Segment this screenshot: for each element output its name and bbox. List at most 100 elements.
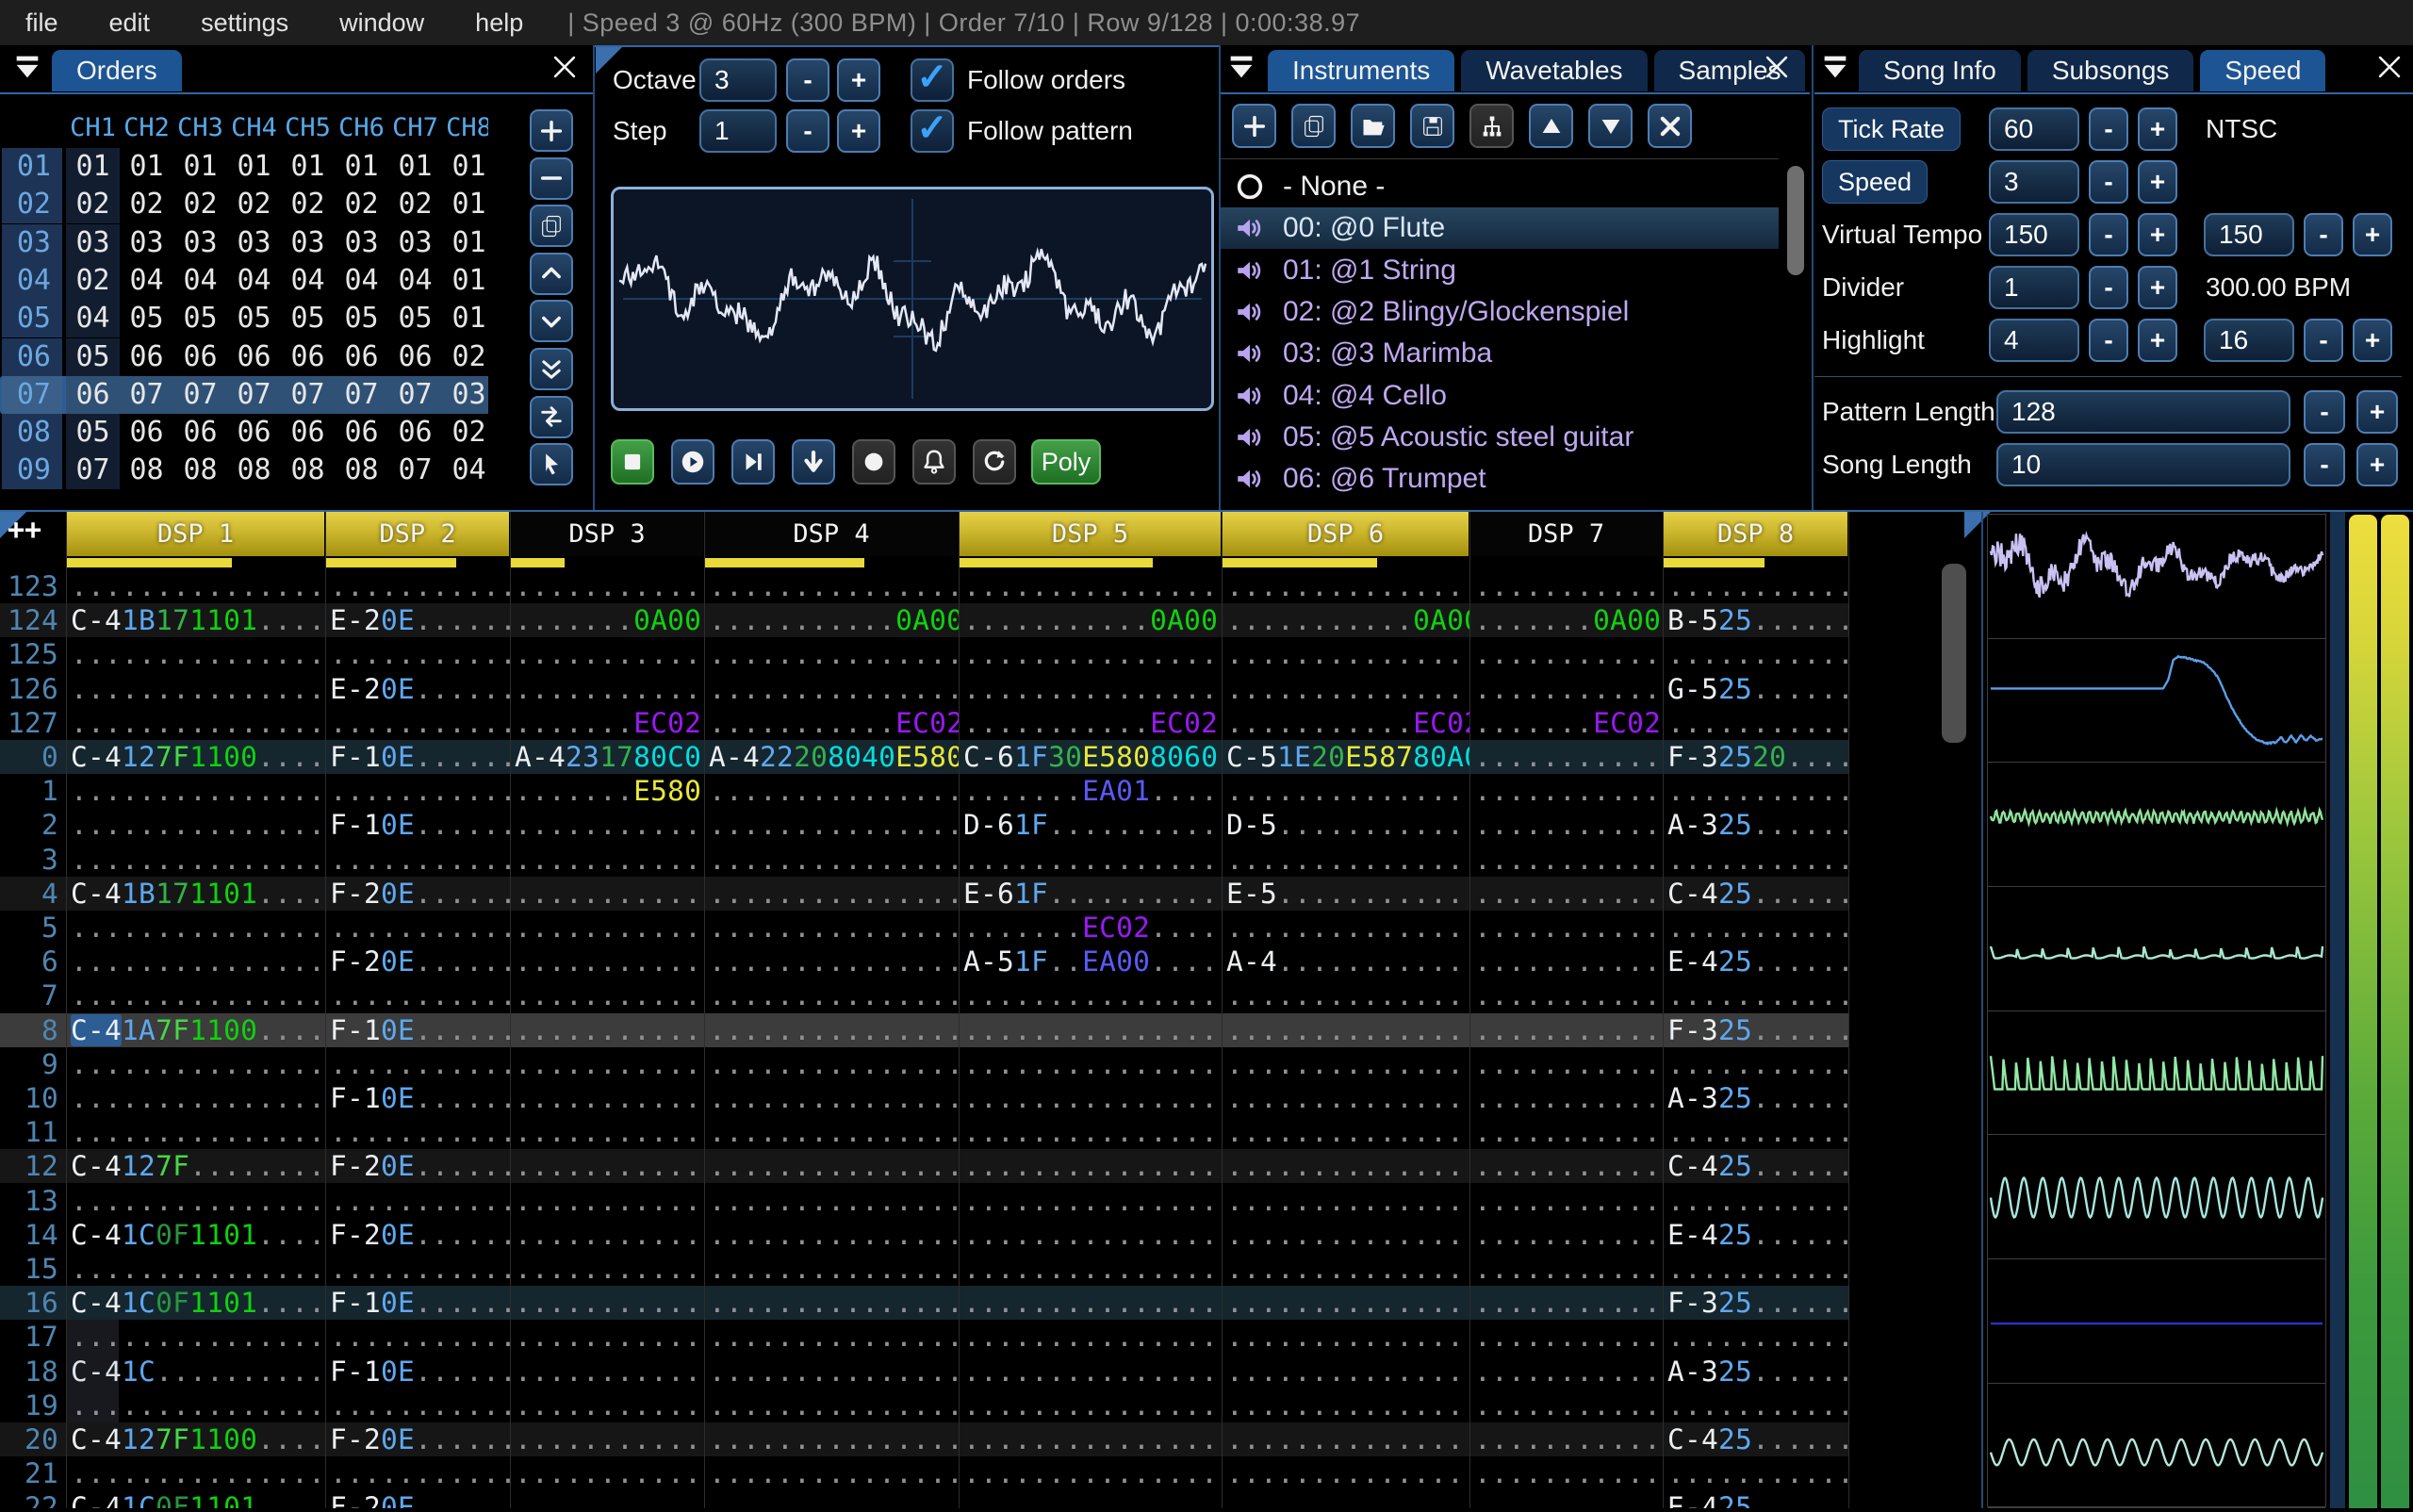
pattern-cell[interactable]: ........... xyxy=(325,978,510,1012)
instrument-item[interactable]: 03: @3 Marimba xyxy=(1221,333,1779,374)
octave-decrement-button[interactable]: - xyxy=(786,58,829,102)
instrument-move-up-button[interactable] xyxy=(1529,104,1573,148)
pattern-cell[interactable]: ........... xyxy=(1469,637,1663,671)
order-cell[interactable]: 06 xyxy=(173,414,227,452)
orders-add-button[interactable] xyxy=(530,109,573,152)
pattern-cell[interactable]: ........... xyxy=(1663,1389,1848,1422)
pattern-cell[interactable]: F-20E...... xyxy=(325,877,510,911)
pattern-cell[interactable]: ........... xyxy=(1469,911,1663,945)
pattern-cell[interactable]: ........... xyxy=(1663,911,1848,945)
pattern-cell[interactable]: ............... xyxy=(1222,1320,1469,1354)
pattern-cell[interactable]: ........... xyxy=(1469,1389,1663,1422)
virtual-tempo-numerator-input[interactable]: 150 xyxy=(1989,213,2079,256)
pattern-cell[interactable]: F-20E...... xyxy=(325,1422,510,1456)
order-cell[interactable]: 01 xyxy=(227,148,281,186)
pattern-cell[interactable]: ............... xyxy=(959,569,1222,603)
pattern-cell[interactable]: ............... xyxy=(1222,1115,1469,1149)
instrument-item-none[interactable]: - None - xyxy=(1221,166,1779,207)
order-cell[interactable]: 04 xyxy=(388,262,442,300)
pattern-cell[interactable]: ............... xyxy=(1222,1184,1469,1218)
pattern-cell[interactable]: ............... xyxy=(1222,1218,1469,1252)
order-cell[interactable]: 01 xyxy=(442,224,488,262)
order-cell[interactable]: 03 xyxy=(66,223,120,262)
song-length-input[interactable]: 10 xyxy=(1996,443,2290,486)
pattern-cell[interactable]: E-5............ xyxy=(1222,877,1469,911)
pattern-cell[interactable]: ........... xyxy=(325,637,510,671)
pattern-cell[interactable]: ........... xyxy=(510,1184,704,1218)
pattern-cell[interactable]: ............... xyxy=(959,1047,1222,1081)
orders-edit-cursor-button[interactable] xyxy=(530,443,573,486)
pattern-cell[interactable]: ............... xyxy=(66,706,325,740)
tick-rate-increment-button[interactable]: + xyxy=(2138,107,2177,151)
menu-item-file[interactable]: file xyxy=(0,0,84,45)
pattern-cell[interactable]: C-51E20E58780A0 xyxy=(1222,740,1469,774)
pattern-cell[interactable]: ........... xyxy=(510,1218,704,1252)
pattern-cell[interactable]: ............... xyxy=(704,569,959,603)
orders-remove-button[interactable] xyxy=(530,156,573,200)
pattern-cell[interactable]: C-41C0F1101.... xyxy=(66,1286,325,1320)
pattern-cell[interactable]: ........... xyxy=(1663,1184,1848,1218)
pattern-cell[interactable]: A-4231780C0 xyxy=(510,740,704,774)
order-cell[interactable]: 06 xyxy=(66,375,120,414)
pattern-cell[interactable]: F-20E...... xyxy=(325,945,510,978)
order-cell[interactable]: 06 xyxy=(227,338,281,376)
pattern-length-increment[interactable]: + xyxy=(2356,390,2398,434)
pattern-cell[interactable]: ............... xyxy=(1222,1490,1469,1508)
pattern-cell[interactable]: ........... xyxy=(510,911,704,945)
pattern-cell[interactable]: ............... xyxy=(959,1149,1222,1183)
pattern-cell[interactable]: ............... xyxy=(66,1252,325,1286)
pattern-cell[interactable]: ............... xyxy=(1222,843,1469,877)
instrument-item[interactable]: 04: @4 Cello xyxy=(1221,375,1779,417)
order-cell[interactable]: 06 xyxy=(388,338,442,376)
pattern-cell[interactable]: ........... xyxy=(325,1456,510,1490)
pattern-cell[interactable]: ............... xyxy=(704,1286,959,1320)
pattern-cell[interactable]: F-20E...... xyxy=(325,1218,510,1252)
order-cell[interactable]: 01 xyxy=(442,262,488,300)
order-cell[interactable]: 01 xyxy=(442,186,488,223)
order-cell[interactable]: 07 xyxy=(173,375,227,414)
instrument-list-scrollbar[interactable] xyxy=(1787,166,1804,275)
pattern-cell[interactable]: ........... xyxy=(325,774,510,808)
order-cell[interactable]: 08 xyxy=(173,452,227,489)
pattern-cell[interactable]: ............... xyxy=(1222,1081,1469,1115)
pattern-cell[interactable]: ........... xyxy=(1469,843,1663,877)
pattern-cell[interactable]: ........... xyxy=(510,1081,704,1115)
pattern-cell[interactable]: ........... xyxy=(1469,1047,1663,1081)
pattern-cell[interactable]: ........... xyxy=(510,1013,704,1047)
pattern-cell[interactable]: ........... xyxy=(1469,1081,1663,1115)
pattern-cell[interactable]: ............... xyxy=(66,1456,325,1490)
order-cell[interactable]: 07 xyxy=(388,452,442,489)
pattern-cell[interactable]: ............... xyxy=(66,672,325,706)
pattern-cell[interactable]: ........... xyxy=(325,843,510,877)
pattern-cell[interactable]: F-10E...... xyxy=(325,740,510,774)
octave-input[interactable]: 3 xyxy=(699,58,777,102)
order-cell[interactable]: 04 xyxy=(227,262,281,300)
pattern-cell[interactable]: C-4127F1100.... xyxy=(66,740,325,774)
instrument-item[interactable]: 02: @2 Blingy/Glockenspiel xyxy=(1221,291,1779,333)
pattern-cell[interactable]: ............... xyxy=(1222,1422,1469,1456)
pattern-cell[interactable]: ........... xyxy=(1469,1252,1663,1286)
pattern-cell[interactable]: ........... xyxy=(1469,945,1663,978)
pattern-cell[interactable]: ........... xyxy=(325,1184,510,1218)
pattern-cell[interactable]: C-425...... xyxy=(1663,1422,1848,1456)
orders-duplicate-button[interactable] xyxy=(530,205,573,248)
orders-move-down-button[interactable] xyxy=(530,300,573,343)
pattern-cell[interactable]: ........... xyxy=(1469,1355,1663,1389)
orders-change-order-button[interactable] xyxy=(530,395,573,438)
pattern-cell[interactable]: ...........0A00 xyxy=(959,603,1222,637)
pattern-cell[interactable]: ........... xyxy=(510,672,704,706)
pattern-cell[interactable]: ............... xyxy=(959,978,1222,1012)
pattern-cell[interactable]: F-325...... xyxy=(1663,1013,1848,1047)
pattern-scrollbar[interactable] xyxy=(1942,564,1966,743)
order-row-number[interactable]: 07 xyxy=(2,375,62,414)
song-length-increment[interactable]: + xyxy=(2356,443,2398,486)
pattern-cell[interactable]: ...........0A00 xyxy=(704,603,959,637)
order-cell[interactable]: 05 xyxy=(66,337,120,376)
pattern-cell[interactable]: ........... xyxy=(1469,1013,1663,1047)
pattern-cell[interactable]: C-41A7F1100.... xyxy=(66,1013,325,1047)
order-cell[interactable]: 03 xyxy=(388,224,442,262)
order-cell[interactable]: 05 xyxy=(120,300,173,337)
pattern-cell[interactable]: ............... xyxy=(1222,1149,1469,1183)
virtual-tempo-denominator-decrement[interactable]: - xyxy=(2304,213,2343,256)
order-cell[interactable]: 06 xyxy=(281,414,335,452)
